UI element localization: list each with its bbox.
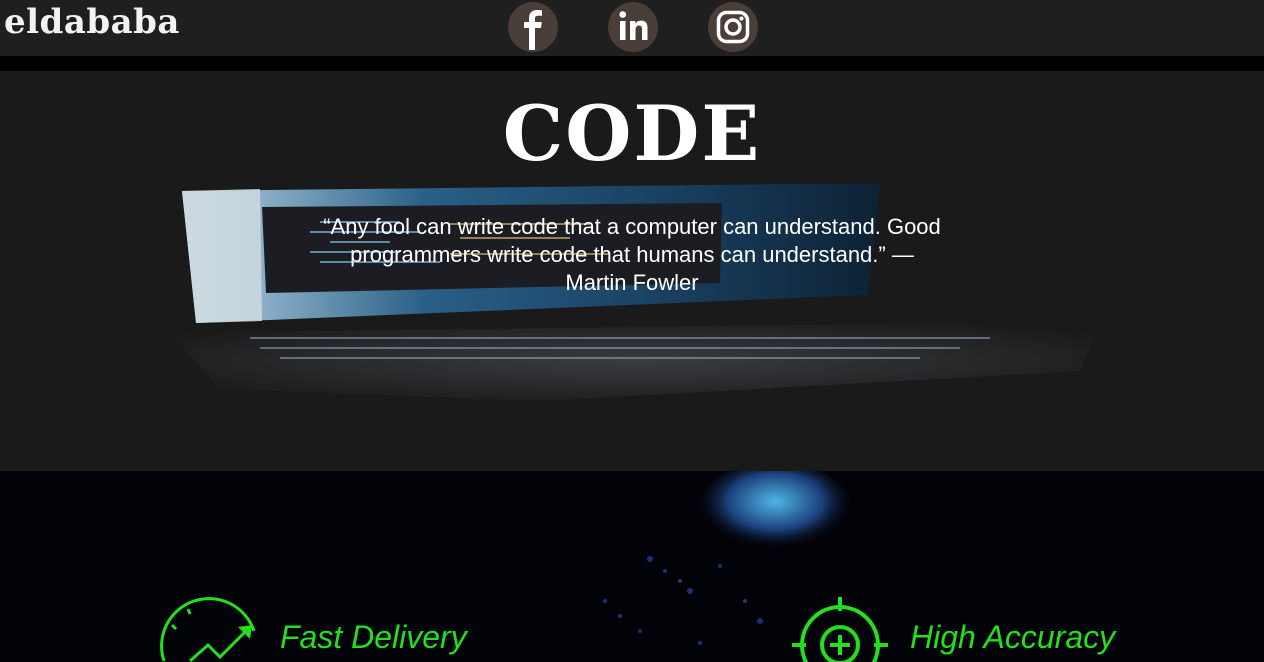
- linkedin-link[interactable]: [608, 2, 658, 52]
- feature-high-accuracy: High Accuracy: [910, 619, 1116, 655]
- linkedin-icon: [619, 11, 648, 40]
- speedometer-icon: [160, 597, 256, 662]
- top-navbar: eldababa: [0, 0, 1264, 56]
- hero-section: CODE “Any fool can write code that a com…: [0, 71, 1264, 471]
- features-section: Fast Delivery High Accuracy: [0, 471, 1264, 662]
- hero-quote: “Any fool can write code that a computer…: [323, 214, 941, 295]
- feature-fast-delivery: Fast Delivery: [280, 619, 467, 655]
- facebook-link[interactable]: [508, 2, 558, 52]
- header-divider: [0, 56, 1264, 71]
- facebook-icon: [524, 10, 542, 50]
- crosshair-icon: [792, 597, 888, 662]
- hero-title: CODE: [502, 89, 762, 178]
- site-logo[interactable]: eldababa: [4, 2, 180, 42]
- instagram-icon: [716, 10, 750, 44]
- instagram-link[interactable]: [708, 2, 758, 52]
